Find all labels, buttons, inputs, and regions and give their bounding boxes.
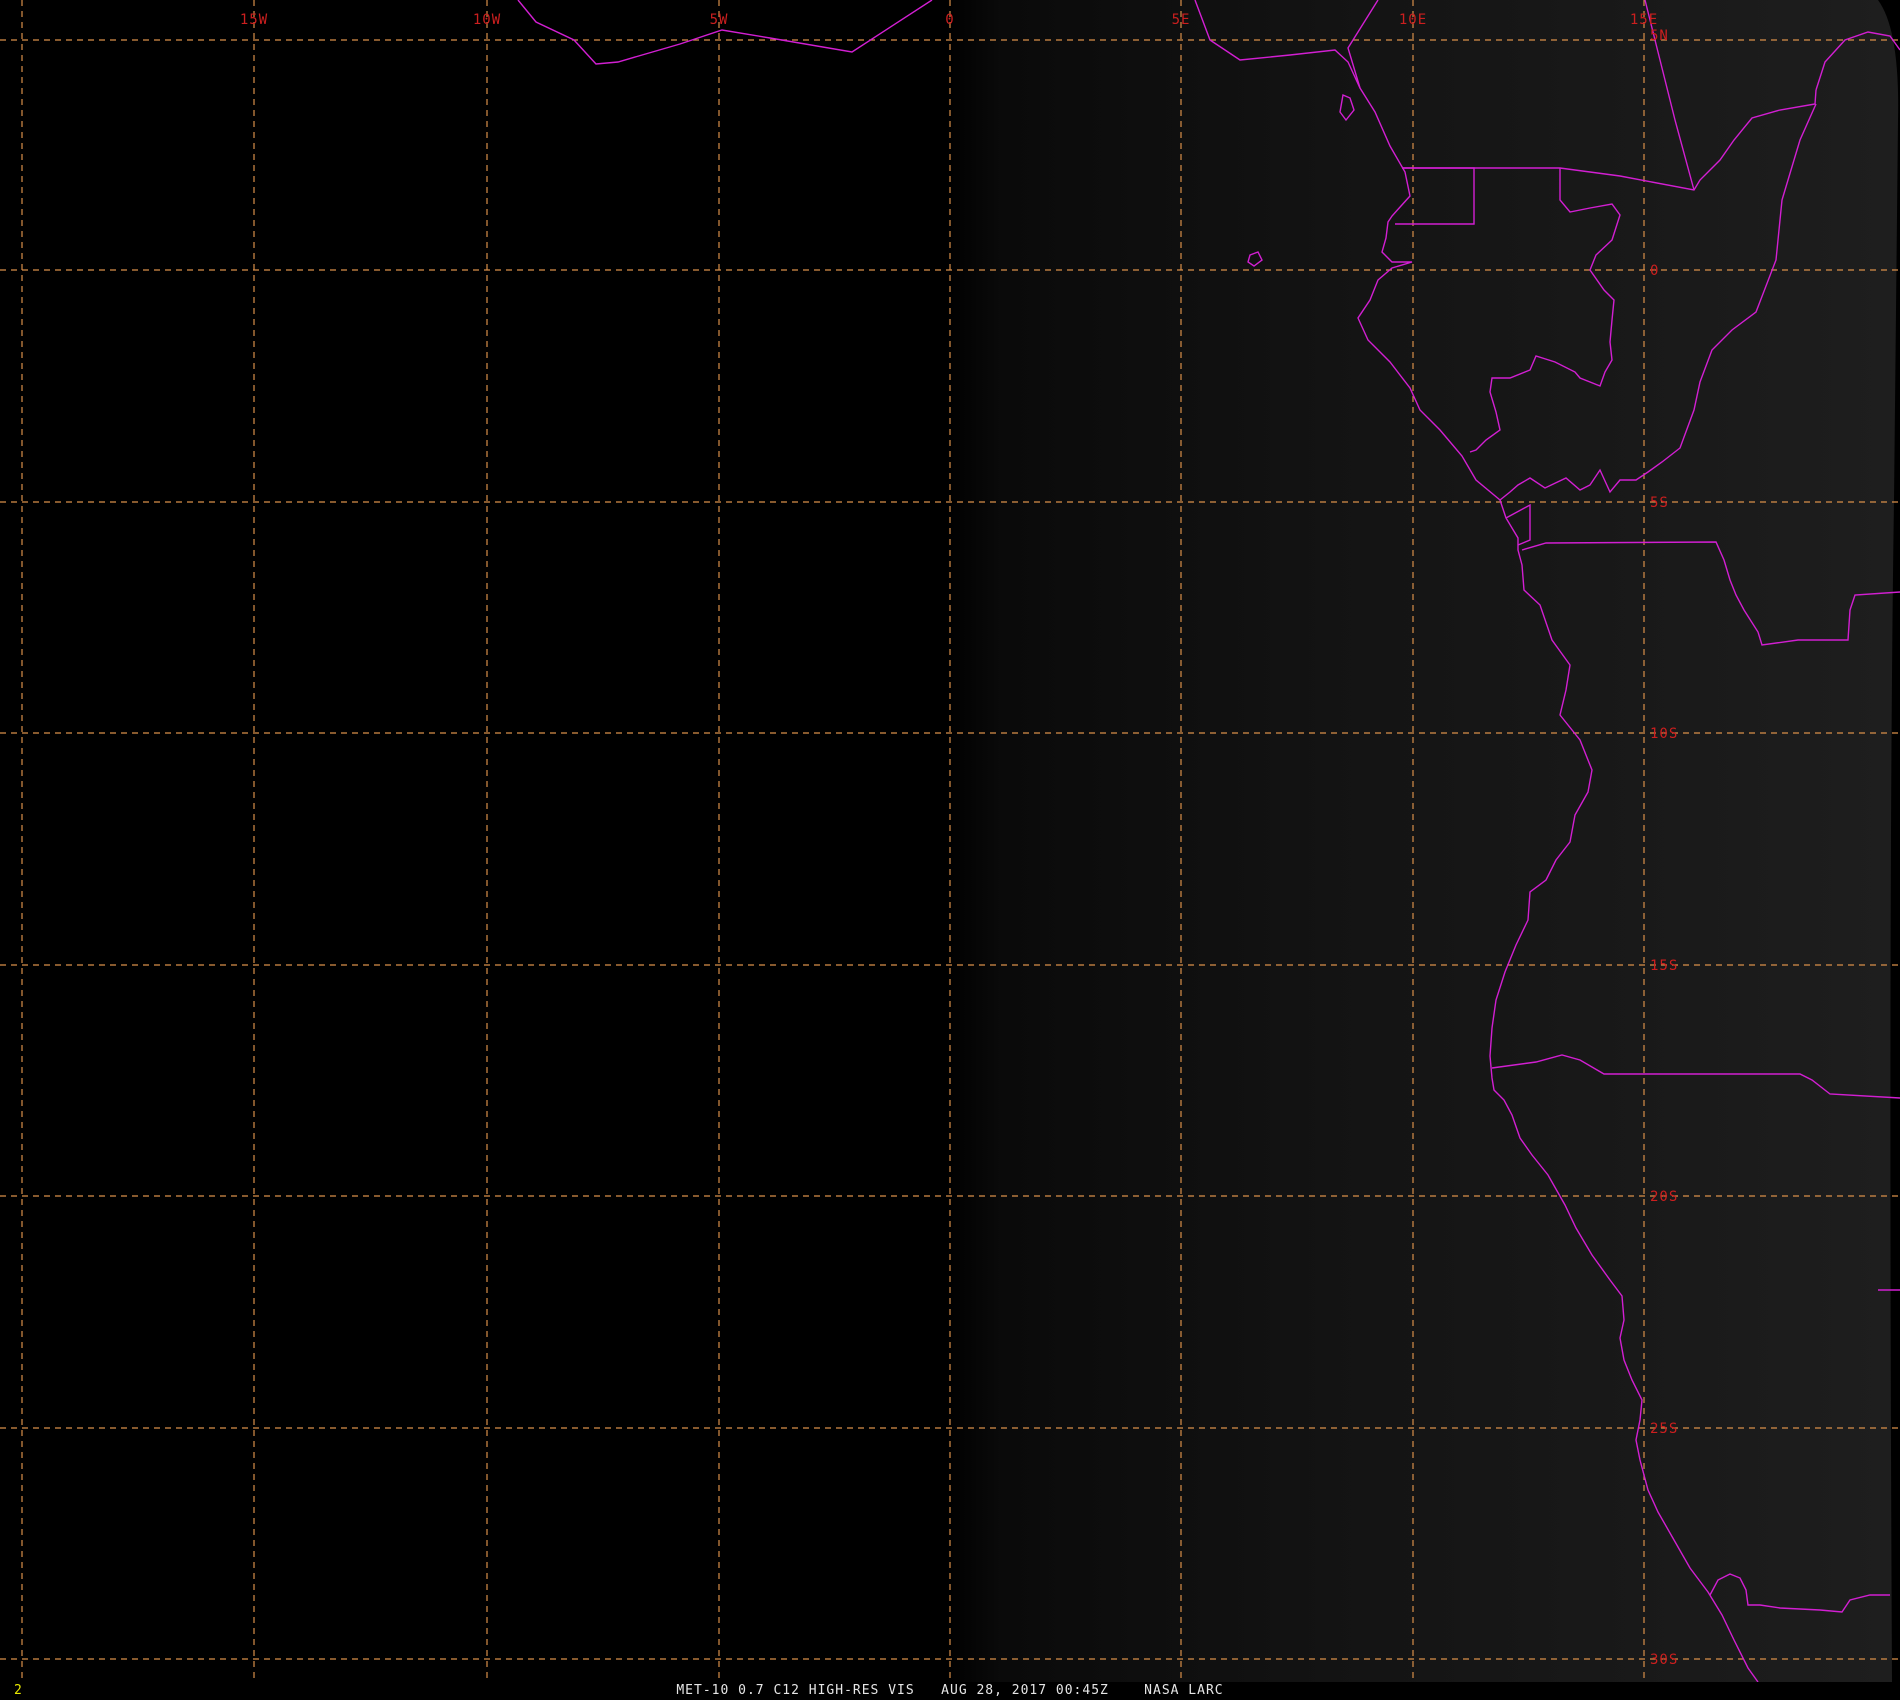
grid-label: 0 (945, 12, 954, 28)
grid-label: 5W (710, 12, 729, 28)
status-bar: 2 MET-10 0.7 C12 HIGH-RES VIS AUG 28, 20… (0, 1682, 1900, 1700)
grid-label: 15S (1650, 958, 1678, 974)
image-caption: MET-10 0.7 C12 HIGH-RES VIS AUG 28, 2017… (676, 1683, 1224, 1698)
grid-label: 10E (1399, 12, 1427, 28)
grid-label: 10S (1650, 726, 1678, 742)
grid-label: 0 (1650, 263, 1659, 279)
grid-label: 20S (1650, 1189, 1678, 1205)
grid-label: 25S (1650, 1421, 1678, 1437)
grid-label: 5E (1172, 12, 1191, 28)
grid-label: 30S (1650, 1652, 1678, 1668)
grid-label: 5S (1650, 495, 1669, 511)
satellite-map: 15W 10W 5W 0 5E 10E 15E5N 0 5S 10S 15S 20S 25S 30S (0, 0, 1900, 1682)
grid-label: 15W (240, 12, 268, 28)
grid-label: 10W (473, 12, 501, 28)
illuminated-earth (945, 0, 1899, 1682)
grid-label: 15E (1630, 12, 1658, 28)
grid-label: 5N (1650, 28, 1669, 44)
